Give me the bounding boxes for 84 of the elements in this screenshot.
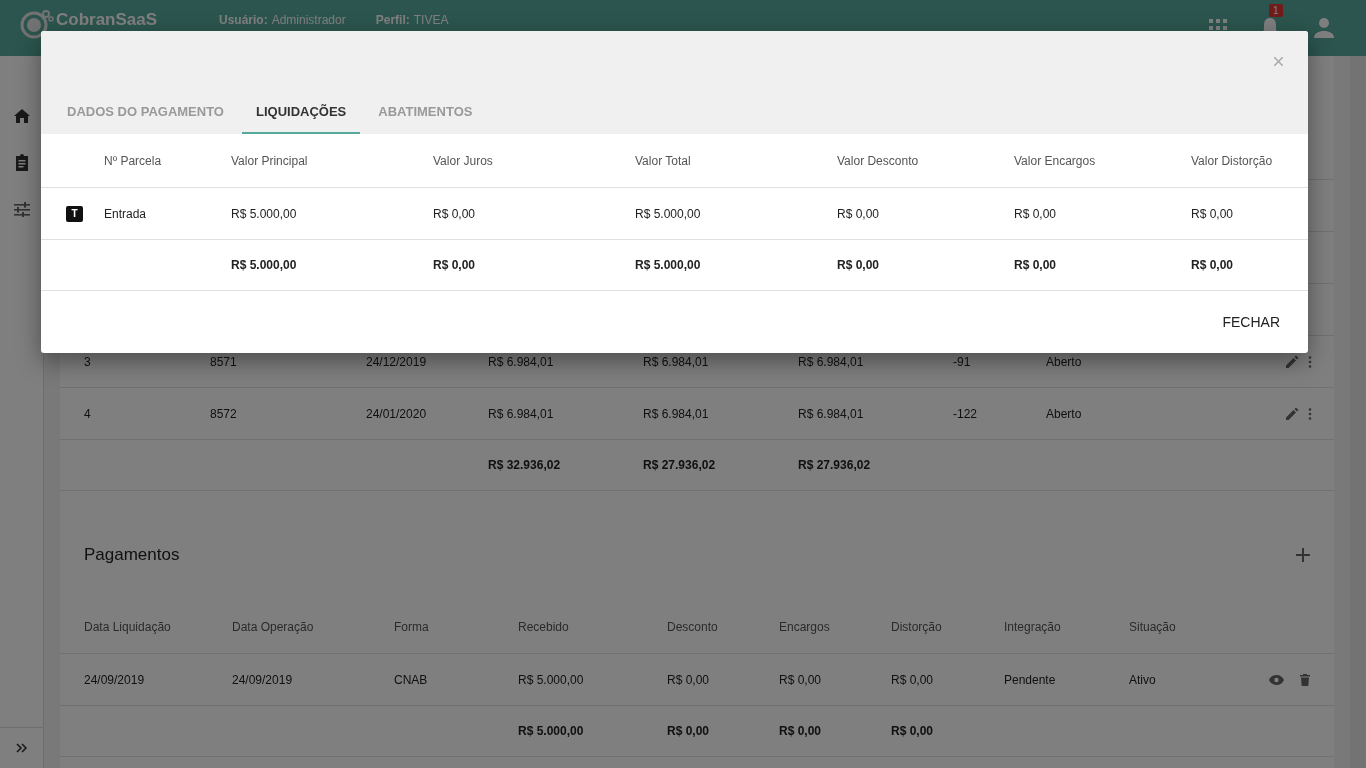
table-cell: Pendente <box>1004 672 1056 687</box>
eye-icon[interactable] <box>1269 674 1284 685</box>
notification-count: 1 <box>1269 3 1283 17</box>
close-button[interactable]: FECHAR <box>1210 306 1292 338</box>
table-cell: R$ 0,00 <box>667 672 710 687</box>
total-cell: R$ 27.936,02 <box>643 458 716 472</box>
edit-icon[interactable] <box>1286 407 1299 420</box>
total-cell: R$ 0,00 <box>1191 258 1234 272</box>
table-cell: R$ 0,00 <box>779 672 822 687</box>
table-cell: Aberto <box>1046 354 1082 369</box>
user-icon[interactable] <box>1313 17 1335 39</box>
total-cell: R$ 0,00 <box>667 724 710 738</box>
column-header: Data Liquidação <box>84 620 171 634</box>
column-header: Data Operação <box>232 620 314 634</box>
home-icon[interactable] <box>13 109 30 123</box>
table-cell: Entrada <box>104 206 147 221</box>
column-header: Situação <box>1129 620 1176 634</box>
table-cell: R$ 6.984,01 <box>643 406 709 421</box>
column-header: Valor Encargos <box>1014 153 1096 168</box>
table-cell: R$ 6.984,01 <box>643 354 709 369</box>
user-name: Administrador <box>271 12 346 27</box>
column-header: Integração <box>1004 620 1061 634</box>
table-cell: R$ 5.000,00 <box>518 672 584 687</box>
more-icon[interactable] <box>1308 355 1312 368</box>
total-cell: R$ 0,00 <box>837 258 880 272</box>
table-cell: 24/09/2019 <box>232 672 293 687</box>
table-cell: -122 <box>953 406 978 421</box>
table-cell: 3 <box>84 354 91 369</box>
table-cell: CNAB <box>394 672 428 687</box>
total-cell: R$ 5.000,00 <box>518 724 584 738</box>
table-cell: R$ 6.984,01 <box>798 406 864 421</box>
total-cell: R$ 5.000,00 <box>231 258 297 272</box>
logo-text: CobranSaaS <box>56 9 158 30</box>
table-cell: R$ 0,00 <box>1191 206 1234 221</box>
close-icon[interactable] <box>1274 57 1283 66</box>
table-cell: Ativo <box>1129 672 1156 687</box>
table-cell: 24/09/2019 <box>84 672 145 687</box>
column-header: Desconto <box>667 620 718 634</box>
table-cell: 4 <box>84 406 91 421</box>
table-cell: R$ 0,00 <box>891 672 934 687</box>
table-cell: R$ 0,00 <box>1014 206 1057 221</box>
table-cell: R$ 6.984,01 <box>798 354 864 369</box>
table-cell: R$ 0,00 <box>433 206 476 221</box>
table-cell: 8571 <box>210 354 237 369</box>
table-cell: -91 <box>953 354 971 369</box>
column-header: Valor Juros <box>433 153 493 168</box>
tab[interactable]: LIQUIDAÇÕES <box>242 103 361 134</box>
table-cell: R$ 0,00 <box>837 206 880 221</box>
total-cell: R$ 5.000,00 <box>635 258 701 272</box>
type-badge: T <box>66 205 83 222</box>
total-cell: R$ 0,00 <box>433 258 476 272</box>
column-header: Valor Total <box>635 153 691 168</box>
total-cell: R$ 0,00 <box>891 724 934 738</box>
total-cell: R$ 0,00 <box>1014 258 1057 272</box>
profile-name: TIVEA <box>413 12 449 27</box>
total-cell: R$ 32.936,02 <box>488 458 561 472</box>
section-title: Pagamentos <box>84 545 180 565</box>
table-cell: 24/12/2019 <box>366 354 427 369</box>
column-header: Recebido <box>518 620 569 634</box>
expand-icon[interactable] <box>15 743 28 753</box>
table-cell: 8572 <box>210 406 237 421</box>
trash-icon[interactable] <box>1300 673 1310 686</box>
total-cell: R$ 0,00 <box>779 724 822 738</box>
column-header: Nº Parcela <box>104 153 162 168</box>
clipboard-icon[interactable] <box>14 154 29 171</box>
column-header: Forma <box>394 620 429 634</box>
column-header: Distorção <box>891 620 942 634</box>
table-cell: R$ 6.984,01 <box>488 354 554 369</box>
user-label: Usuário: <box>219 12 268 27</box>
table-cell: 24/01/2020 <box>366 406 427 421</box>
sliders-icon[interactable] <box>13 202 30 217</box>
table-cell: R$ 5.000,00 <box>635 206 701 221</box>
table-cell: R$ 5.000,00 <box>231 206 297 221</box>
add-icon[interactable] <box>1296 548 1310 562</box>
table-cell: R$ 6.984,01 <box>488 406 554 421</box>
column-header: Valor Desconto <box>837 153 919 168</box>
more-icon[interactable] <box>1308 407 1312 420</box>
total-cell: R$ 27.936,02 <box>798 458 871 472</box>
edit-icon[interactable] <box>1286 355 1299 368</box>
column-header: Encargos <box>779 620 830 634</box>
column-header: Valor Principal <box>231 153 308 168</box>
column-header: Valor Distorção <box>1191 153 1273 168</box>
table-cell: Aberto <box>1046 406 1082 421</box>
profile-label: Perfil: <box>375 12 410 27</box>
